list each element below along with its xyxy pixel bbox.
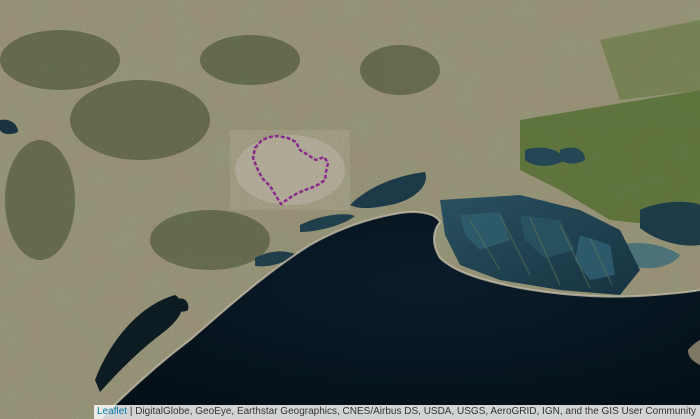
map-container[interactable]: Leaflet | DigitalGlobe, GeoEye, Earthsta… [0, 0, 700, 419]
leaflet-link[interactable]: Leaflet [97, 406, 127, 417]
attribution-sources: DigitalGlobe, GeoEye, Earthstar Geograph… [135, 406, 696, 417]
map-attribution: Leaflet | DigitalGlobe, GeoEye, Earthsta… [94, 405, 700, 419]
satellite-basemap[interactable] [0, 0, 700, 419]
attribution-separator: | [127, 406, 136, 417]
